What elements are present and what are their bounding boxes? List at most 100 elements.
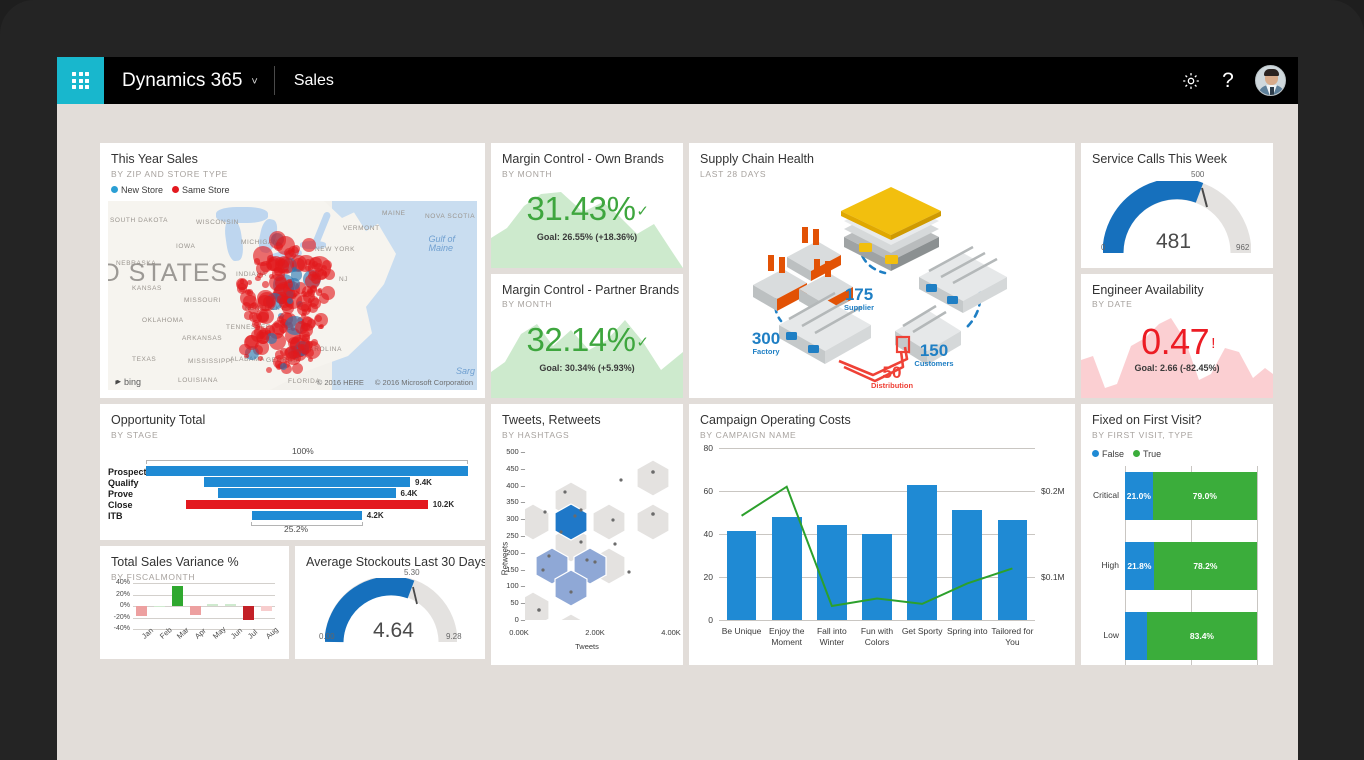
campaign-bar[interactable] <box>998 520 1028 620</box>
app-screen: Dynamics 365 ˅ Sales ? <box>57 57 1298 760</box>
kpi-value: 31.43%✓ <box>491 190 683 228</box>
y-axis-tick: 40 <box>691 529 713 539</box>
y-axis-tick: 400 – <box>491 481 525 490</box>
funnel-bar[interactable] <box>146 466 468 476</box>
tile-header: Margin Control - Own Brands BY MONTH <box>491 143 683 179</box>
gridline <box>133 583 275 584</box>
supply-node-value: 50 <box>860 364 924 381</box>
tile-title: Total Sales Variance % <box>111 555 278 571</box>
y2-axis-tick: $0.1M <box>1041 572 1065 582</box>
tile-margin-control-own-brands[interactable]: Margin Control - Own Brands BY MONTH 31.… <box>491 143 683 268</box>
variance-bar[interactable] <box>136 606 147 616</box>
y-axis-tick: 0 – <box>491 615 525 624</box>
gridline <box>133 595 275 596</box>
variance-bar[interactable] <box>172 586 183 606</box>
map-state-label: NJ <box>339 276 348 283</box>
funnel-bar[interactable] <box>186 500 428 510</box>
map-attribution: © 2016 HERE © 2016 Microsoft Corporation <box>317 378 473 387</box>
tile-opportunity-total[interactable]: Opportunity Total BY STAGE 100% Prospect… <box>100 404 485 540</box>
campaign-bar[interactable] <box>727 531 757 620</box>
stacked-category-label: Low <box>1081 630 1119 640</box>
y-axis-tick: -20% <box>100 614 130 621</box>
tile-fixed-on-first-visit[interactable]: Fixed on First Visit? BY FIRST VISIT, TY… <box>1081 404 1273 665</box>
map-state-label: WISCONSIN <box>196 219 239 226</box>
campaign-bar[interactable] <box>952 510 982 620</box>
bing-map[interactable]: ED STATES Gulf of Maine Sarg SOUTH DAKOT… <box>108 201 477 390</box>
campaign-bar[interactable] <box>817 525 847 620</box>
tile-header: Fixed on First Visit? BY FIRST VISIT, TY… <box>1081 404 1273 440</box>
stacked-category-label: High <box>1081 560 1119 570</box>
variance-bar[interactable] <box>225 604 236 606</box>
stacked-legend: False True <box>1081 440 1273 459</box>
campaign-bar[interactable] <box>772 517 802 620</box>
device-frame: Dynamics 365 ˅ Sales ? <box>0 0 1364 760</box>
tile-tweets-retweets[interactable]: Tweets, Retweets BY HASHTAGS Retweets 50… <box>491 404 683 665</box>
waffle-grid-icon[interactable] <box>57 57 104 104</box>
map-state-label: NEBRASKA <box>116 260 156 267</box>
tile-subtitle: BY CAMPAIGN NAME <box>700 430 1064 440</box>
tile-title: Margin Control - Own Brands <box>502 152 672 168</box>
y-axis-tick: 150 – <box>491 565 525 574</box>
tile-subtitle: LAST 28 DAYS <box>700 169 1064 179</box>
tile-subtitle: BY MONTH <box>502 299 672 309</box>
map-bubble <box>309 257 321 269</box>
tile-average-stockouts[interactable]: Average Stockouts Last 30 Days 5.30 0.00… <box>295 546 485 659</box>
tile-header: Tweets, Retweets BY HASHTAGS <box>491 404 683 440</box>
funnel-bar[interactable] <box>252 511 361 521</box>
x-axis-tick: 2.00K <box>579 628 611 637</box>
y-axis-tick: -40% <box>100 625 130 632</box>
brand-label: Dynamics 365 <box>122 70 242 92</box>
variance-bar[interactable] <box>207 604 218 606</box>
nav-right-group: ? <box>1181 65 1298 96</box>
tile-service-calls-this-week[interactable]: Service Calls This Week 500 0 962 481 <box>1081 143 1273 268</box>
funnel-value-label: 10.2K <box>433 500 454 509</box>
tile-header: This Year Sales BY ZIP AND STORE TYPE <box>100 143 485 179</box>
tile-campaign-operating-costs[interactable]: Campaign Operating Costs BY CAMPAIGN NAM… <box>689 404 1075 665</box>
funnel-value-label: 4.2K <box>367 511 384 520</box>
question-mark-icon[interactable]: ? <box>1219 70 1237 91</box>
variance-bar[interactable] <box>261 606 272 611</box>
tile-subtitle: BY MONTH <box>502 169 672 179</box>
funnel-bar[interactable] <box>204 477 410 487</box>
y-axis-tick: 250 – <box>491 531 525 540</box>
variance-bar[interactable] <box>243 606 254 620</box>
tile-header: Opportunity Total BY STAGE <box>100 404 485 440</box>
app-name-label[interactable]: Sales <box>275 72 334 90</box>
kpi-goal-label: Goal: 2.66 (-82.45%) <box>1081 363 1273 373</box>
campaign-bar[interactable] <box>862 534 892 620</box>
legend-label: Same Store <box>182 185 230 195</box>
campaign-bar[interactable] <box>907 485 937 620</box>
tile-supply-chain-health[interactable]: Supply Chain Health LAST 28 DAYS <box>689 143 1075 398</box>
map-bubble <box>293 349 301 357</box>
variance-bar[interactable] <box>190 606 201 615</box>
funnel-stage-label: ITB <box>108 511 123 521</box>
left-charts-column: Opportunity Total BY STAGE 100% Prospect… <box>100 404 485 665</box>
stacked-value-false: 21.0% <box>1125 472 1153 520</box>
tile-this-year-sales[interactable]: This Year Sales BY ZIP AND STORE TYPE Ne… <box>100 143 485 398</box>
tile-total-sales-variance[interactable]: Total Sales Variance % BY FISCALMONTH 40… <box>100 546 289 659</box>
x-axis-tick: Fall intoWinter <box>809 626 854 647</box>
map-state-label: MISSOURI <box>184 297 221 304</box>
tile-engineer-availability[interactable]: Engineer Availability BY DATE 0.47! Goal… <box>1081 274 1273 399</box>
map-bubble <box>276 236 295 255</box>
bing-logo[interactable]: bing <box>112 376 141 387</box>
stacked-segment-false[interactable] <box>1125 612 1147 660</box>
funnel-bar[interactable] <box>218 488 395 498</box>
map-bubble <box>287 298 293 304</box>
gridline <box>719 448 1035 449</box>
dashboard-row-1: This Year Sales BY ZIP AND STORE TYPE Ne… <box>100 143 1275 398</box>
gridline <box>719 491 1035 492</box>
y-axis-tick: 80 <box>691 443 713 453</box>
brand-menu[interactable]: Dynamics 365 ˅ <box>104 57 274 104</box>
tile-margin-control-partner-brands[interactable]: Margin Control - Partner Brands BY MONTH… <box>491 274 683 399</box>
tile-header: Margin Control - Partner Brands BY MONTH <box>491 274 683 310</box>
kpi-value: 0.47! <box>1081 321 1273 363</box>
tile-subtitle: BY FISCALMONTH <box>111 572 278 582</box>
variance-bar[interactable] <box>154 606 165 607</box>
right-kpi-column: Service Calls This Week 500 0 962 481 <box>1081 143 1273 398</box>
map-sargasso-label: Sarg <box>456 366 475 376</box>
funnel-stage-label: Prospect <box>108 467 147 477</box>
avatar[interactable] <box>1255 65 1286 96</box>
gear-icon[interactable] <box>1181 71 1201 91</box>
x-axis-tick: Get Sporty <box>900 626 945 637</box>
